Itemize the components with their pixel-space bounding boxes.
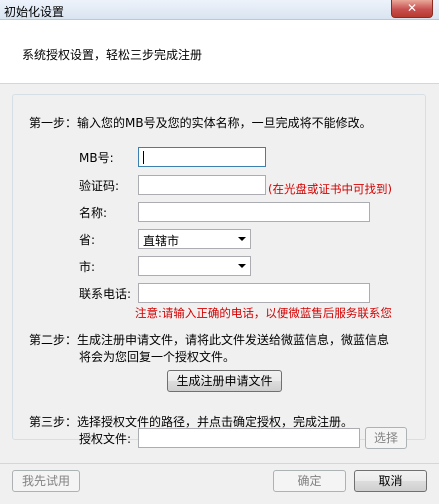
- trial-button[interactable]: 我先试用: [12, 470, 80, 492]
- close-button[interactable]: ✕: [391, 0, 433, 18]
- chevron-down-icon: [238, 237, 246, 241]
- title-bar: 初始化设置 ✕: [0, 0, 439, 20]
- footer-divider: [0, 463, 439, 464]
- step2-line2: 将会为您回复一个授权文件。: [79, 350, 236, 364]
- phone-label: 联系电话:: [79, 287, 132, 301]
- city-select[interactable]: [138, 256, 251, 276]
- browse-button[interactable]: 选择: [365, 427, 407, 449]
- mb-number-input[interactable]: [138, 147, 266, 167]
- chevron-down-icon: [238, 264, 246, 268]
- license-file-input[interactable]: [138, 428, 360, 448]
- header-subtitle: 系统授权设置，轻松三步完成注册: [22, 48, 203, 62]
- province-select[interactable]: 直辖市: [138, 229, 251, 249]
- step2-line1: 第二步：生成注册申请文件，请将此文件发送给微蓝信息，微蓝信息: [29, 333, 390, 347]
- license-file-label: 授权文件:: [79, 432, 132, 446]
- ok-button[interactable]: 确定: [273, 470, 346, 492]
- city-label: 市:: [79, 260, 96, 274]
- province-label: 省:: [79, 233, 96, 247]
- province-value: 直辖市: [143, 234, 180, 248]
- text-caret: [143, 151, 144, 164]
- content-panel: 第一步：输入您的MB号及您的实体名称，一旦完成将不能修改。 MB号: 验证码: …: [0, 84, 439, 504]
- header-banner: 系统授权设置，轻松三步完成注册: [0, 20, 439, 84]
- verification-code-label: 验证码:: [79, 179, 120, 193]
- phone-hint: 注意:请输入正确的电话，以便微蓝售后服务联系您: [135, 306, 392, 320]
- registration-group: 第一步：输入您的MB号及您的实体名称，一旦完成将不能修改。 MB号: 验证码: …: [12, 94, 426, 449]
- step1-text: 第一步：输入您的MB号及您的实体名称，一旦完成将不能修改。: [29, 116, 372, 130]
- name-label: 名称:: [79, 206, 108, 220]
- cancel-button[interactable]: 取消: [354, 470, 427, 492]
- phone-input[interactable]: [138, 283, 370, 303]
- verification-code-hint: (在光盘或证书中可找到): [268, 182, 392, 196]
- verification-code-input[interactable]: [138, 175, 266, 195]
- generate-request-file-button[interactable]: 生成注册申请文件: [167, 370, 282, 392]
- close-icon: ✕: [406, 1, 418, 15]
- window-title: 初始化设置: [4, 5, 65, 19]
- entity-name-input[interactable]: [138, 202, 370, 222]
- mb-label: MB号:: [79, 151, 114, 165]
